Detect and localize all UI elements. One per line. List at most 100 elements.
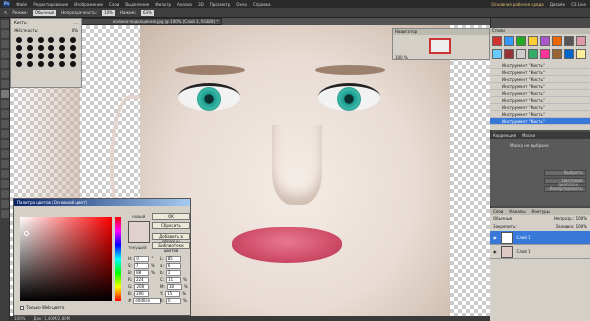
menu-filter[interactable]: Фильтр <box>155 2 171 7</box>
layer-row[interactable]: ◉ Слой 1 <box>490 245 590 259</box>
menu-window[interactable]: Окно <box>236 2 247 7</box>
stamp-tool-icon[interactable] <box>1 100 9 108</box>
history-brush-tool-icon[interactable] <box>1 110 9 118</box>
style-swatch[interactable] <box>564 36 574 46</box>
hand-tool-icon[interactable] <box>1 200 9 208</box>
tab-adjustments[interactable]: Коррекция <box>493 132 516 139</box>
menu-select[interactable]: Выделение <box>125 2 149 7</box>
history-item[interactable]: Инструмент "Кисть" <box>490 69 590 76</box>
brush-preset[interactable] <box>16 37 23 43</box>
style-swatch[interactable] <box>516 49 526 59</box>
fill-value[interactable]: 100% <box>576 224 587 229</box>
history-item[interactable]: Инструмент "Кисть" <box>490 97 590 104</box>
mask-color-range-button[interactable]: Цветовой диапазон... <box>544 178 586 187</box>
brush-preset[interactable] <box>16 45 23 51</box>
menu-view[interactable]: Просмотр <box>210 2 231 7</box>
menu-analysis[interactable]: Анализ <box>177 2 192 7</box>
brush-preset[interactable] <box>26 53 33 59</box>
tab-paths[interactable]: Контуры <box>531 208 549 215</box>
tab-layers[interactable]: Слои <box>493 208 503 215</box>
style-swatch[interactable] <box>504 49 514 59</box>
marquee-tool-icon[interactable] <box>1 30 9 38</box>
brush-tool-icon[interactable]: ✎ <box>4 10 7 15</box>
style-swatch[interactable] <box>492 49 502 59</box>
lab-b-input[interactable]: 2 <box>165 269 181 276</box>
brush-preset[interactable] <box>16 53 23 59</box>
workspace-design[interactable]: Дизайн <box>550 2 566 7</box>
lab-l-input[interactable]: 85 <box>165 255 181 262</box>
layer-row[interactable]: ◉ Слой 1 <box>490 231 590 245</box>
brush-preset[interactable] <box>69 45 76 51</box>
green-input[interactable]: 208 <box>134 283 150 290</box>
mask-invert-button[interactable]: Инвертировать <box>544 186 586 192</box>
hue-input[interactable]: 0 <box>134 255 150 262</box>
brush-preset[interactable] <box>69 53 76 59</box>
history-item[interactable]: Инструмент "Кисть" <box>490 62 590 69</box>
tab-navigator[interactable]: Навигатор <box>395 29 417 34</box>
brush-preset[interactable] <box>37 61 44 67</box>
style-swatch[interactable] <box>528 36 538 46</box>
zoom-tool-icon[interactable] <box>1 210 9 218</box>
history-item[interactable]: Инструмент "Кисть" <box>490 111 590 118</box>
magenta-input[interactable]: 18 <box>166 283 182 290</box>
eye-icon[interactable]: ◉ <box>493 235 497 240</box>
dodge-tool-icon[interactable] <box>1 150 9 158</box>
menu-help[interactable]: Справка <box>253 2 271 7</box>
brush-preset[interactable] <box>26 61 33 67</box>
history-item[interactable]: Инструмент "Кисть" <box>490 76 590 83</box>
opacity-input[interactable]: 10% <box>102 9 115 16</box>
brush-preset[interactable] <box>58 61 65 67</box>
eraser-tool-icon[interactable] <box>1 120 9 128</box>
style-swatch[interactable] <box>552 49 562 59</box>
menu-3d[interactable]: 3D <box>198 2 204 7</box>
color-field-cursor[interactable] <box>24 231 29 236</box>
color-libraries-button[interactable]: Библиотеки цветов <box>152 242 190 253</box>
eye-icon[interactable]: ◉ <box>493 249 497 254</box>
brush-hardness-value[interactable]: 0% <box>72 28 78 34</box>
status-zoom[interactable]: 100% <box>14 316 25 321</box>
menu-layers[interactable]: Слои <box>109 2 119 7</box>
reset-button[interactable]: Сбросить <box>152 222 190 229</box>
navigator-thumbnail[interactable] <box>429 38 451 54</box>
brush-preset[interactable] <box>48 61 55 67</box>
tab-masks[interactable]: Маски <box>522 132 535 139</box>
type-tool-icon[interactable] <box>1 170 9 178</box>
brush-preset[interactable] <box>26 37 33 43</box>
black-input[interactable]: 0 <box>165 297 181 304</box>
red-input[interactable]: 224 <box>134 276 150 283</box>
move-tool-icon[interactable] <box>1 20 9 28</box>
blend-mode-select[interactable]: Обычные <box>493 216 512 222</box>
brush-preset[interactable] <box>69 61 76 67</box>
style-swatch[interactable] <box>540 36 550 46</box>
style-swatch[interactable] <box>504 36 514 46</box>
style-swatch[interactable] <box>516 36 526 46</box>
brush-preset[interactable] <box>26 45 33 51</box>
lasso-tool-icon[interactable] <box>1 40 9 48</box>
path-select-tool-icon[interactable] <box>1 180 9 188</box>
style-swatch[interactable] <box>576 49 586 59</box>
blue-input[interactable]: 206 <box>134 290 150 297</box>
brush-preset[interactable] <box>37 37 44 43</box>
add-to-swatches-button[interactable]: Добавить в образцы <box>152 233 190 244</box>
color-field[interactable] <box>20 217 112 301</box>
brush-size-value[interactable]: ... <box>74 20 78 26</box>
brush-preset[interactable] <box>69 37 76 43</box>
navigator-zoom[interactable]: 100 % <box>395 55 408 60</box>
magic-wand-tool-icon[interactable] <box>1 50 9 58</box>
eyedropper-tool-icon[interactable] <box>1 70 9 78</box>
yellow-input[interactable]: 15 <box>165 290 181 297</box>
history-item[interactable]: Инструмент "Кисть" <box>490 104 590 111</box>
blur-tool-icon[interactable] <box>1 140 9 148</box>
flow-input[interactable]: 63% <box>140 9 154 16</box>
brightness-input[interactable]: 88 <box>134 269 150 276</box>
menu-image[interactable]: Изображение <box>74 2 103 7</box>
menu-file[interactable]: Файл <box>16 2 27 7</box>
mode-select[interactable]: Обычные <box>32 9 57 16</box>
crop-tool-icon[interactable] <box>1 60 9 68</box>
menu-edit[interactable]: Редактирование <box>33 2 68 7</box>
brush-tool-icon[interactable] <box>1 90 9 98</box>
hue-slider[interactable] <box>115 217 121 301</box>
brush-preset[interactable] <box>58 53 65 59</box>
lab-a-input[interactable]: 6 <box>165 262 181 269</box>
healing-tool-icon[interactable] <box>1 80 9 88</box>
